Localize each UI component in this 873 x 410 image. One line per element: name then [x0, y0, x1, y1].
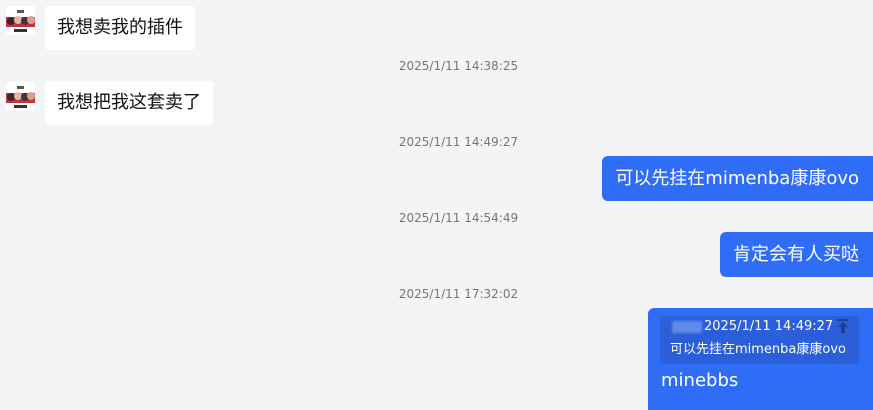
reply-message-text: minebbs: [661, 370, 739, 391]
jump-to-message-icon[interactable]: [835, 318, 851, 334]
message-timestamp: 2025/1/11 14:49:27: [398, 135, 519, 149]
quote-timestamp: 2025/1/11 14:49:27: [704, 319, 834, 334]
outgoing-message-bubble[interactable]: 可以先挂在mimenba康康ovo: [602, 156, 873, 201]
outgoing-message-bubble[interactable]: 肯定会有人买哒: [720, 232, 873, 277]
message-timestamp: 2025/1/11 14:54:49: [398, 211, 519, 225]
quote-text: 可以先挂在mimenba康康ovo: [670, 342, 846, 357]
message-timestamp: 2025/1/11 17:32:02: [398, 287, 519, 301]
outgoing-reply-bubble[interactable]: 2025/1/11 14:49:27 可以先挂在mimenba康康ovo min…: [648, 308, 873, 410]
message-timestamp: 2025/1/11 14:38:25: [398, 59, 519, 73]
user-avatar-icon[interactable]: [6, 82, 35, 111]
quoted-message[interactable]: 2025/1/11 14:49:27 可以先挂在mimenba康康ovo: [660, 316, 859, 364]
quote-sender-name-redacted: [672, 321, 702, 333]
user-avatar-icon[interactable]: [6, 6, 35, 35]
chat-message-list: 我想卖我的插件 2025/1/11 14:38:25 我想把我这套卖了 2025…: [0, 0, 873, 410]
incoming-message-bubble[interactable]: 我想卖我的插件: [45, 6, 195, 50]
incoming-message-bubble[interactable]: 我想把我这套卖了: [45, 81, 213, 125]
